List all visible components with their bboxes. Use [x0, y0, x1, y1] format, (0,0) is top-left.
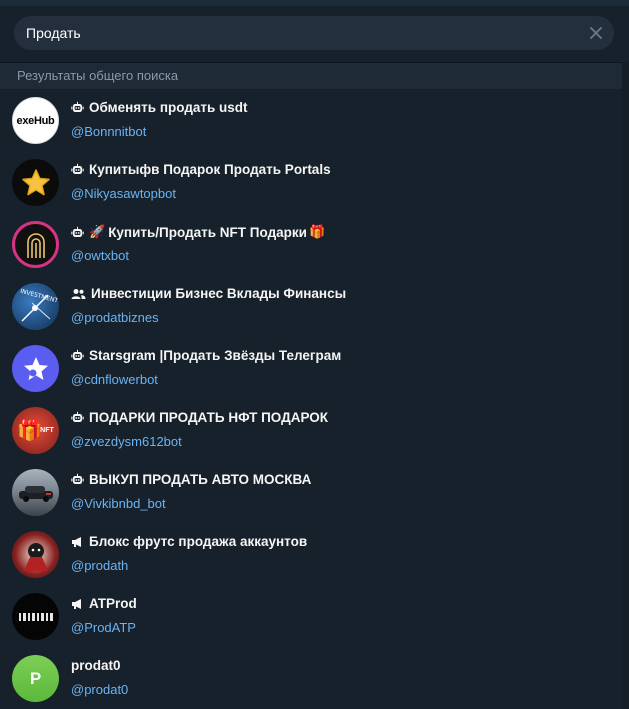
- result-row[interactable]: 🎁 NFT ПОДАРКИ ПРОДАТЬ НФТ ПОДАРОК @zvezdysm…: [0, 399, 622, 461]
- car-icon: [18, 485, 53, 502]
- star-icon: [21, 168, 50, 195]
- result-title-line: ВЫКУП ПРОДАТЬ АВТО МОСКВА: [71, 472, 311, 487]
- result-title: Starsgram |Продать Звёзды Телеграм: [89, 348, 342, 363]
- result-row[interactable]: 🚀 Купить/Продать NFT Подарки 🎁 @owtxbot: [0, 213, 622, 275]
- avatar: [12, 221, 59, 268]
- result-username[interactable]: @ProdATP: [71, 620, 136, 635]
- section-header: Результаты общего поиска: [0, 63, 622, 89]
- avatar: exeHub: [12, 97, 59, 144]
- result-row[interactable]: Купитыфв Подарок Продать Portals @Nikyasa…: [0, 151, 622, 213]
- bot-type-icon: [71, 411, 84, 424]
- avatar: INVESTMENT: [12, 283, 59, 330]
- avatar: [12, 469, 59, 516]
- result-title-line: Инвестиции Бизнес Вклады Финансы: [71, 286, 346, 301]
- avatar: 🎁 NFT: [12, 407, 59, 454]
- avatar-text: NFT: [40, 427, 54, 434]
- bot-type-icon: [71, 349, 84, 362]
- result-username[interactable]: @zvezdysm612bot: [71, 434, 182, 449]
- compass-icon: INVESTMENT: [19, 288, 59, 322]
- character-art-icon: [23, 542, 48, 571]
- result-username[interactable]: @Vivkibnbd_bot: [71, 496, 166, 511]
- result-title: ПОДАРКИ ПРОДАТЬ НФТ ПОДАРОК: [89, 410, 329, 425]
- bot-icon: [71, 411, 84, 422]
- gift-icon: 🎁: [17, 420, 43, 442]
- avatar-text: P: [29, 668, 42, 688]
- avatar: [12, 345, 59, 392]
- close-icon: [590, 27, 602, 39]
- result-username[interactable]: @Bonnnitbot: [71, 124, 146, 139]
- result-row[interactable]: ВЫКУП ПРОДАТЬ АВТО МОСКВА @Vivkibnbd_bot: [0, 461, 622, 523]
- gift-icon: 🎁: [308, 224, 326, 239]
- group-type-icon: [71, 288, 86, 300]
- result-title-line: Обменять продать usdt: [71, 100, 248, 115]
- star-icon: [23, 356, 48, 380]
- result-title: Купитыфв Подарок Продать Portals: [89, 162, 331, 177]
- result-title: ВЫКУП ПРОДАТЬ АВТО МОСКВА: [89, 472, 312, 487]
- avatar-text: exeHub: [16, 114, 55, 127]
- result-title-line: ПОДАРКИ ПРОДАТЬ НФТ ПОДАРОК: [71, 410, 328, 425]
- avatar-text: INVESTMENT: [19, 288, 59, 305]
- avatar: [12, 593, 59, 640]
- result-title-line: ATProd: [71, 596, 137, 611]
- top-bar: [0, 0, 629, 62]
- clear-search-button[interactable]: [586, 23, 606, 43]
- fingerprint-icon: [26, 232, 45, 258]
- search-input[interactable]: [26, 16, 566, 50]
- bot-type-icon: [71, 163, 84, 176]
- result-row[interactable]: ATProd @ProdATP: [0, 585, 622, 647]
- result-title: Блокс фрутс продажа аккаунтов: [89, 534, 308, 549]
- result-row[interactable]: INVESTMENT Инвестиции Бизнес Вклады Финан…: [0, 275, 622, 337]
- group-icon: [71, 288, 86, 299]
- result-row[interactable]: exeHub Обменять продать usdt @Bonnnitbot: [0, 89, 622, 151]
- result-username[interactable]: @cdnflowerbot: [71, 372, 158, 387]
- result-title: prodat0: [71, 658, 121, 673]
- bot-icon: [71, 101, 84, 112]
- channel-icon: [72, 536, 81, 547]
- avatar: [12, 531, 59, 578]
- result-title: Инвестиции Бизнес Вклады Финансы: [91, 286, 347, 301]
- bot-icon: [71, 163, 84, 174]
- avatar: [12, 159, 59, 206]
- result-username[interactable]: @prodat0: [71, 682, 128, 697]
- result-row[interactable]: Starsgram |Продать Звёзды Телеграм @cdnfl…: [0, 337, 622, 399]
- window-edge: [0, 0, 629, 6]
- result-title-line: Блокс фрутс продажа аккаунтов: [71, 534, 307, 549]
- bot-type-icon: [71, 101, 84, 114]
- scrollbar[interactable]: [622, 62, 629, 709]
- result-title: Обменять продать usdt: [89, 100, 248, 115]
- channel-type-icon: [71, 598, 84, 610]
- channel-icon: [72, 598, 81, 609]
- channel-type-icon: [71, 536, 84, 548]
- result-username[interactable]: @prodatbiznes: [71, 310, 159, 325]
- avatar: P: [12, 655, 59, 702]
- result-username[interactable]: @prodath: [71, 558, 128, 573]
- result-title-line: 🚀 Купить/Продать NFT Подарки 🎁: [71, 224, 328, 240]
- bot-icon: [71, 226, 84, 237]
- logo-icon: [18, 612, 53, 621]
- result-title-line: Купитыфв Подарок Продать Portals: [71, 162, 331, 177]
- result-row[interactable]: Блокс фрутс продажа аккаунтов @prodath: [0, 523, 622, 585]
- bot-icon: [71, 473, 84, 484]
- result-title-line: Starsgram |Продать Звёзды Телеграм: [71, 348, 341, 363]
- result-username[interactable]: @owtxbot: [71, 248, 129, 263]
- rocket-icon: 🚀: [89, 224, 106, 239]
- result-title: ATProd: [89, 596, 137, 611]
- result-title: Купить/Продать NFT Подарки: [108, 224, 307, 240]
- search-results: Результаты общего поиска exeHub Обменять …: [0, 62, 622, 709]
- bot-type-icon: [71, 473, 84, 486]
- bot-icon: [71, 349, 84, 360]
- search-box[interactable]: [14, 16, 614, 50]
- results-list: exeHub Обменять продать usdt @Bonnnitbot Ку…: [0, 89, 622, 709]
- result-row[interactable]: Pprodat0 @prodat0: [0, 647, 622, 709]
- bot-type-icon: [71, 226, 84, 239]
- result-title-line: prodat0: [71, 658, 121, 673]
- result-username[interactable]: @Nikyasawtopbot: [71, 186, 176, 201]
